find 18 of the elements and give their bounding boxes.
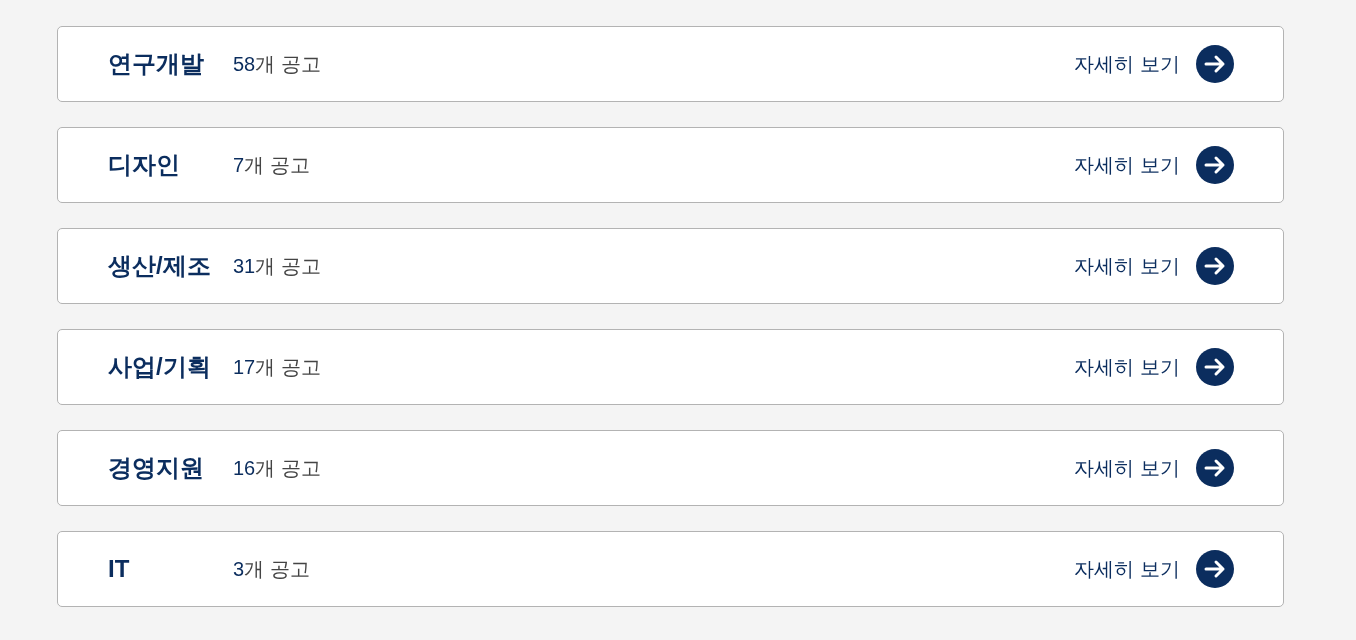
- category-title: 연구개발: [108, 49, 205, 79]
- view-details-link[interactable]: 자세히 보기: [1074, 146, 1234, 184]
- view-details-link[interactable]: 자세히 보기: [1074, 348, 1234, 386]
- category-title: 사업/기획: [108, 352, 212, 382]
- category-title: 디자인: [108, 150, 181, 180]
- job-count: 17개 공고: [233, 355, 321, 380]
- job-count: 58개 공고: [233, 52, 321, 77]
- view-details-link[interactable]: 자세히 보기: [1074, 247, 1234, 285]
- category-title: 생산/제조: [108, 251, 212, 281]
- job-count: 3개 공고: [233, 557, 310, 582]
- category-title: 경영지원: [108, 453, 205, 483]
- view-details-link[interactable]: 자세히 보기: [1074, 45, 1234, 83]
- job-count: 31개 공고: [233, 254, 321, 279]
- category-title: IT: [108, 554, 131, 584]
- view-details-link[interactable]: 자세히 보기: [1074, 550, 1234, 588]
- view-details-link[interactable]: 자세히 보기: [1074, 449, 1234, 487]
- job-count: 16개 공고: [233, 456, 321, 481]
- job-count: 7개 공고: [233, 153, 310, 178]
